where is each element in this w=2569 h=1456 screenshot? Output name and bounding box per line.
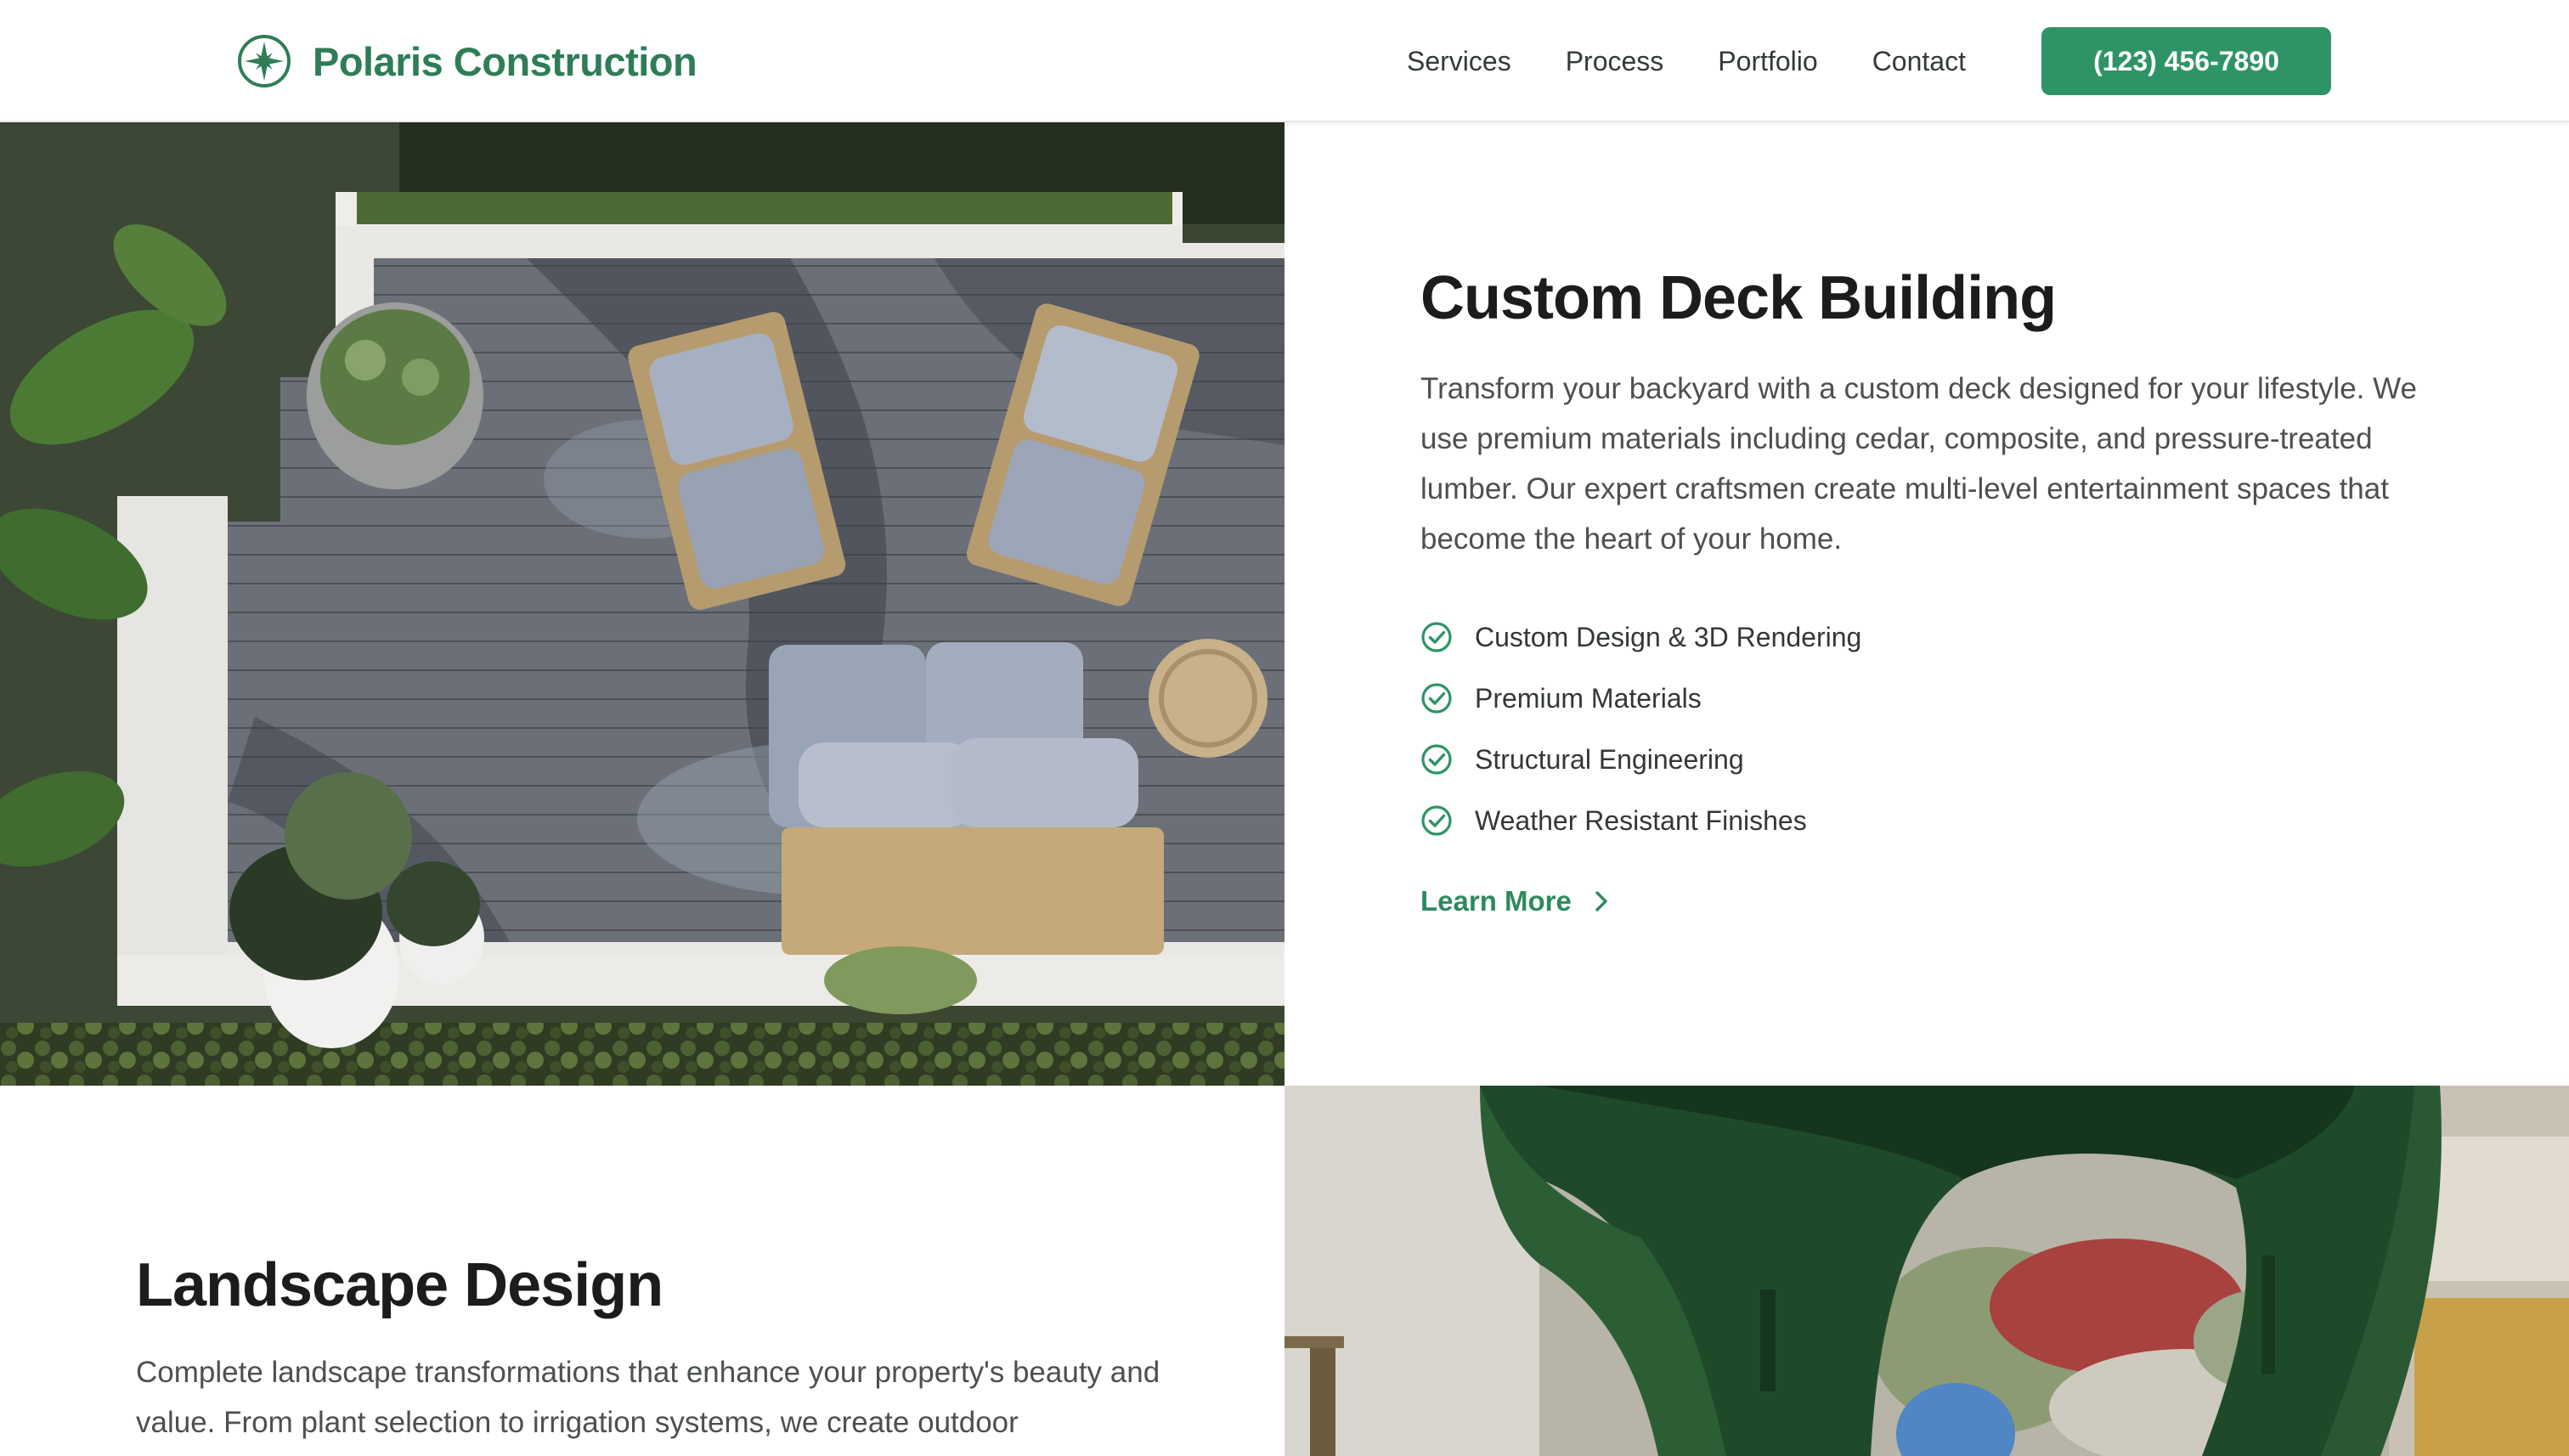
feature-item: Weather Resistant Finishes bbox=[1420, 790, 2423, 851]
landscape-section-title: Landscape Design bbox=[136, 1251, 663, 1319]
feature-label: Premium Materials bbox=[1475, 682, 1702, 714]
compass-star-icon bbox=[238, 35, 291, 87]
landscape-section-description: Complete landscape transformations that … bbox=[136, 1356, 1160, 1439]
brand-name: Polaris Construction bbox=[313, 38, 697, 84]
feature-item: Custom Design & 3D Rendering bbox=[1420, 607, 2423, 668]
feature-item: Structural Engineering bbox=[1420, 729, 2423, 790]
site-header: Polaris Construction Services Process Po… bbox=[0, 0, 2569, 122]
check-circle-icon bbox=[1421, 622, 1452, 652]
feature-label: Structural Engineering bbox=[1475, 743, 1744, 775]
learn-more-label: Learn More bbox=[1420, 885, 1572, 917]
check-circle-icon bbox=[1421, 683, 1452, 714]
nav-link-services[interactable]: Services bbox=[1407, 46, 1511, 77]
nav-link-process[interactable]: Process bbox=[1566, 46, 1664, 77]
feature-item: Premium Materials bbox=[1420, 668, 2423, 729]
chevron-right-icon bbox=[1595, 891, 1607, 911]
deck-section: Custom Deck Building Transform your back… bbox=[1420, 260, 2423, 917]
feature-label: Weather Resistant Finishes bbox=[1475, 804, 1807, 836]
learn-more-link[interactable]: Learn More bbox=[1420, 885, 1611, 917]
check-circle-icon bbox=[1421, 744, 1452, 775]
nav-link-contact[interactable]: Contact bbox=[1872, 46, 1966, 77]
brand[interactable]: Polaris Construction bbox=[236, 32, 697, 90]
nav-link-portfolio[interactable]: Portfolio bbox=[1718, 46, 1817, 77]
landscape-section: Landscape Design Complete landscape tran… bbox=[136, 1247, 1198, 1448]
deck-feature-list: Custom Design & 3D Rendering Premium Mat… bbox=[1420, 607, 2423, 851]
phone-call-button[interactable]: (123) 456-7890 bbox=[2041, 27, 2331, 95]
check-circle-icon bbox=[1421, 805, 1452, 836]
deck-section-title: Custom Deck Building bbox=[1420, 264, 2057, 332]
deck-section-description: Transform your backyard with a custom de… bbox=[1420, 372, 2417, 556]
landscape-worker-photo bbox=[1284, 1086, 2569, 1456]
feature-label: Custom Design & 3D Rendering bbox=[1475, 621, 1862, 652]
deck-photo bbox=[0, 122, 1284, 1086]
main-nav: Services Process Portfolio Contact bbox=[1407, 36, 1966, 87]
